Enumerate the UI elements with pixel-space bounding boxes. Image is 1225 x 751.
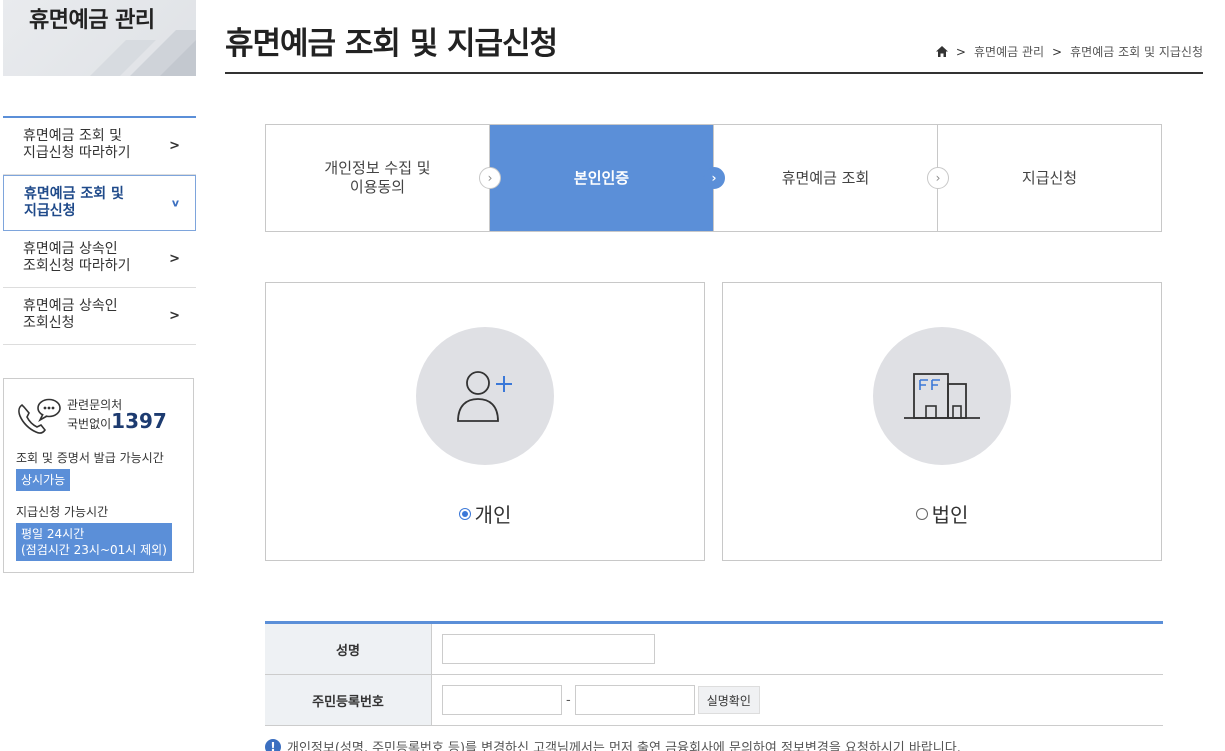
side-menu-item-label: 지급신청 (24, 203, 76, 219)
personal-icon-circle (416, 327, 554, 465)
step-label: 지급신청 (1021, 168, 1078, 187)
chevron-right-icon: > (169, 308, 180, 324)
breadcrumb-item-dormant-management[interactable]: 휴면예금 관리 (974, 43, 1044, 60)
identity-form: 성명 주민등록번호 - 실명확인 (265, 621, 1163, 726)
side-menu: 휴면예금 조회 및 지급신청 따라하기 > 휴면예금 조회 및 지급신청 v 휴… (3, 116, 196, 345)
form-row-rrn: 주민등록번호 - 실명확인 (265, 675, 1163, 726)
person-add-icon (457, 371, 512, 422)
breadcrumb-separator: > (955, 44, 966, 59)
section-title: 휴면예금 관리 (29, 8, 155, 33)
building-icon (904, 373, 980, 419)
page-title: 휴면예금 조회 및 지급신청 (225, 26, 558, 62)
step-inquiry: 휴면예금 조회 › (714, 125, 949, 231)
rrn-separator: - (566, 692, 571, 708)
rrn-front-input[interactable] (442, 685, 562, 715)
side-menu-item-inquiry[interactable]: 휴면예금 조회 및 지급신청 v (3, 175, 196, 231)
personal-radio-option[interactable]: 개인 (266, 499, 704, 528)
personal-radio[interactable] (458, 507, 471, 520)
chevron-right-icon: › (927, 167, 949, 189)
notice-text: 개인정보(성명, 주민등록번호 등)를 변경하신 고객님께서는 먼저 출연 금융… (287, 741, 961, 751)
side-menu-item-label: 조회신청 (23, 315, 75, 331)
contact-box: 관련문의처 국번없이1397 조회 및 증명서 발급 가능시간 상시가능 지급신… (3, 378, 194, 573)
corporate-radio-option[interactable]: 법인 (723, 499, 1161, 528)
step-label: 개인정보 수집 및 (324, 159, 431, 177)
step-label: 휴면예금 조회 (781, 168, 870, 187)
name-label: 성명 (265, 624, 432, 674)
side-menu-item-heir-guide[interactable]: 휴면예금 상속인 조회신청 따라하기 > (3, 231, 196, 288)
chevron-right-icon: › (479, 167, 501, 189)
progress-steps: 개인정보 수집 및 이용동의 › 본인인증 › 휴면예금 조회 › 지급신청 (265, 124, 1162, 232)
corporate-radio-label: 법인 (931, 503, 969, 527)
breadcrumb: > 휴면예금 관리 > 휴면예금 조회 및 지급신청 (935, 43, 1203, 60)
payment-hours-line: 평일 24시간 (21, 527, 85, 541)
step-payment: 지급신청 (938, 125, 1161, 231)
inquiry-hours-label: 조회 및 증명서 발급 가능시간 (16, 451, 164, 465)
header-divider (225, 72, 1203, 74)
section-banner: 휴면예금 관리 (3, 0, 196, 76)
contact-phone-number: 1397 (111, 409, 167, 433)
contact-prefix: 국번없이 (67, 417, 112, 431)
side-menu-item-label: 휴면예금 상속인 (23, 241, 118, 257)
corporate-type-card[interactable]: 법인 (722, 282, 1162, 561)
payment-hours-label: 지급신청 가능시간 (16, 505, 109, 519)
notice: ! 개인정보(성명, 주민등록번호 등)를 변경하신 고객님께서는 먼저 출연 … (265, 737, 961, 751)
breadcrumb-separator: > (1052, 44, 1063, 59)
step-label: 이용동의 (349, 178, 406, 196)
home-icon[interactable] (935, 46, 948, 57)
side-menu-item-guide[interactable]: 휴면예금 조회 및 지급신청 따라하기 > (3, 118, 196, 175)
chevron-right-icon: > (169, 138, 180, 154)
personal-radio-label: 개인 (474, 503, 512, 527)
side-menu-item-label: 지급신청 따라하기 (23, 145, 131, 161)
phone-chat-icon (18, 398, 61, 434)
corporate-icon-circle (873, 327, 1011, 465)
side-menu-item-label: 휴면예금 조회 및 (24, 186, 124, 202)
chevron-down-icon: v (171, 196, 179, 210)
rrn-back-input[interactable] (574, 685, 695, 715)
payment-hours-line: (점검시간 23시~01시 제외) (21, 543, 167, 557)
side-menu-item-label: 휴면예금 조회 및 (23, 128, 123, 144)
rrn-label: 주민등록번호 (265, 675, 432, 725)
corporate-radio[interactable] (915, 507, 928, 520)
name-input[interactable] (442, 634, 655, 664)
payment-hours-badge: 평일 24시간 (점검시간 23시~01시 제외) (16, 523, 172, 561)
side-menu-item-label: 조회신청 따라하기 (23, 258, 131, 274)
step-label: 본인인증 (573, 168, 630, 187)
step-consent: 개인정보 수집 및 이용동의 › (266, 125, 501, 231)
chevron-right-icon: > (169, 251, 180, 267)
side-menu-item-heir-inquiry[interactable]: 휴면예금 상속인 조회신청 > (3, 288, 196, 345)
verify-name-button[interactable]: 실명확인 (697, 686, 760, 714)
chevron-right-icon: › (703, 167, 725, 189)
personal-type-card[interactable]: 개인 (265, 282, 705, 561)
info-icon: ! (265, 738, 281, 751)
breadcrumb-item-current: 휴면예금 조회 및 지급신청 (1070, 45, 1203, 59)
form-row-name: 성명 (265, 624, 1163, 675)
inquiry-hours-badge: 상시가능 (16, 469, 71, 491)
step-verification: 본인인증 › (490, 125, 725, 231)
side-menu-item-label: 휴면예금 상속인 (23, 298, 118, 314)
